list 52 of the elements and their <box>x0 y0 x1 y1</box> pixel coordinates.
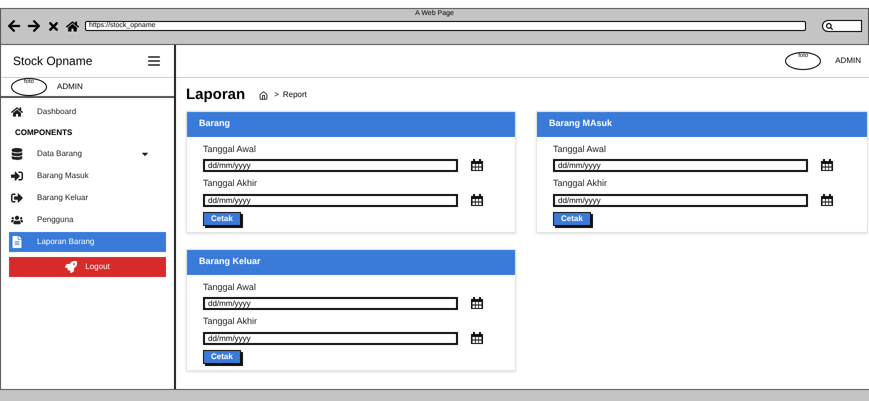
sidebar-item[interactable]: Data Barang <box>9 144 166 164</box>
print-button[interactable]: Cetak <box>203 350 241 364</box>
section-heading: COMPONENTS <box>14 127 74 139</box>
search-icon <box>826 22 833 30</box>
search-field[interactable] <box>822 20 862 32</box>
card-title: Barang Keluar <box>199 255 261 268</box>
home-icon <box>11 106 23 118</box>
date-field[interactable]: dd/mm/yyyy <box>553 159 808 172</box>
logout-button[interactable]: Logout <box>9 257 166 277</box>
field-label: Tanggal Awal <box>553 142 607 156</box>
date-field[interactable]: dd/mm/yyyy <box>203 159 458 172</box>
sidebar-item[interactable]: Pengguna <box>9 210 166 230</box>
close-icon[interactable] <box>47 20 60 32</box>
sidebar-item[interactable]: Dashboard <box>9 102 166 122</box>
user-name: ADMIN <box>57 81 83 93</box>
breadcrumb-separator: > <box>274 89 279 102</box>
forward-icon[interactable] <box>27 19 41 33</box>
home-icon[interactable] <box>259 90 268 100</box>
date-field[interactable]: dd/mm/yyyy <box>203 332 458 344</box>
sidebar-item[interactable]: Barang Masuk <box>9 166 166 186</box>
field-label: Tanggal Akhir <box>203 315 258 328</box>
database-icon <box>11 148 23 160</box>
page-title: Laporan <box>186 85 246 105</box>
field-label: Tanggal Akhir <box>203 177 258 190</box>
calendar-icon[interactable] <box>820 159 834 172</box>
field-label: Tanggal Awal <box>203 142 257 156</box>
print-button[interactable]: Cetak <box>203 212 241 226</box>
date-field[interactable]: dd/mm/yyyy <box>203 297 458 310</box>
home-icon[interactable] <box>66 20 79 32</box>
sign-out-icon <box>11 192 23 204</box>
calendar-icon[interactable] <box>470 332 484 344</box>
date-field[interactable]: dd/mm/yyyy <box>553 194 808 206</box>
calendar-icon[interactable] <box>470 194 484 206</box>
brand-title: Stock Opname <box>13 53 92 70</box>
sidebar-item[interactable]: Laporan Barang <box>9 232 166 252</box>
calendar-icon[interactable] <box>820 194 834 206</box>
user-name: ADMIN <box>835 55 861 67</box>
sidebar-item[interactable]: Barang Keluar <box>9 188 166 208</box>
sign-in-icon <box>11 170 23 182</box>
document-icon <box>11 236 23 248</box>
field-label: Tanggal Awal <box>203 280 257 294</box>
rocket-icon <box>65 261 78 273</box>
date-field[interactable]: dd/mm/yyyy <box>203 194 458 206</box>
back-icon[interactable] <box>7 19 21 33</box>
field-label: Tanggal Akhir <box>553 177 608 190</box>
card-title: Barang MAsuk <box>549 117 612 130</box>
breadcrumb-item: Report <box>282 89 307 102</box>
calendar-icon[interactable] <box>470 159 484 172</box>
users-icon <box>11 214 23 226</box>
print-button[interactable]: Cetak <box>553 212 591 226</box>
calendar-icon[interactable] <box>470 297 484 310</box>
card-title: Barang <box>199 117 230 130</box>
